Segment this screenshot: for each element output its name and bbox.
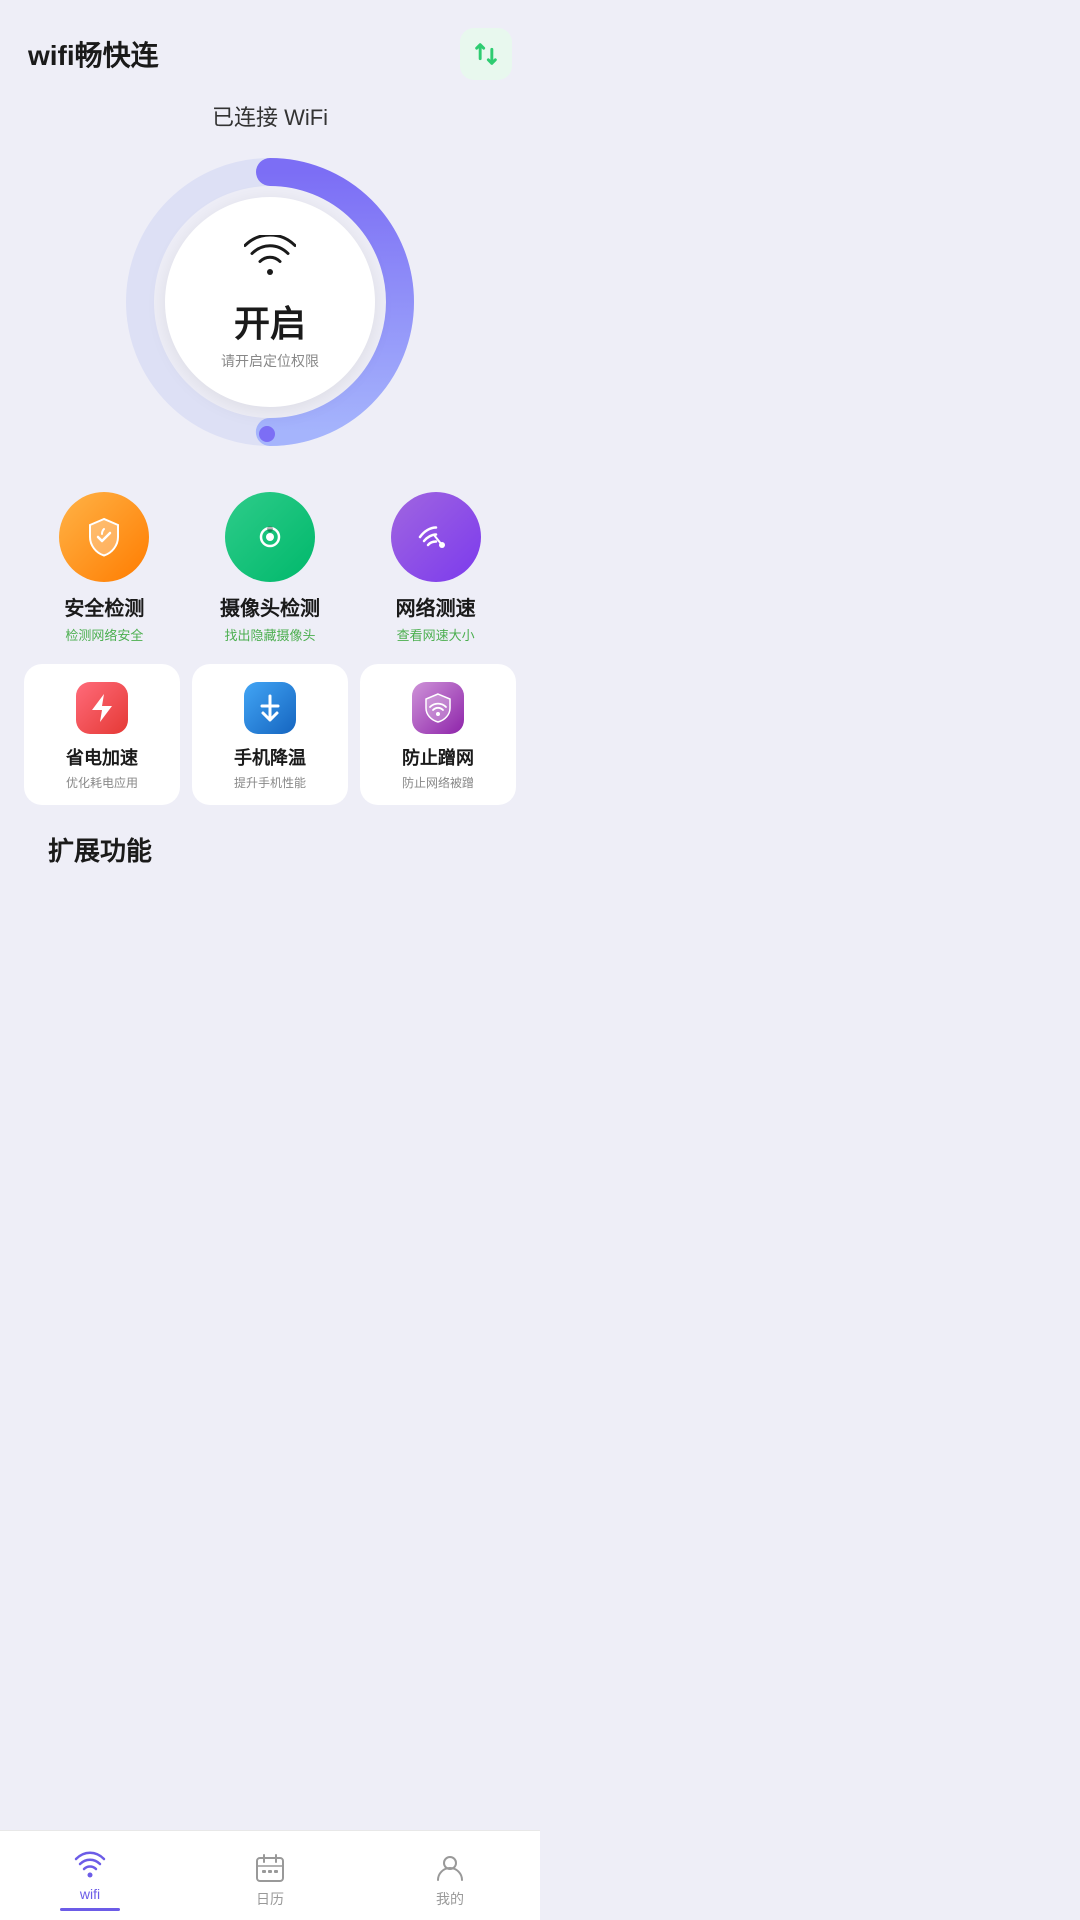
feature-cooling-desc: 提升手机性能 (234, 774, 306, 791)
bottom-nav: wifi 日历 我的 (0, 1830, 540, 1920)
header: wifi畅快连 (0, 0, 540, 90)
feature-speed-desc: 查看网速大小 (397, 625, 475, 644)
donut-inner: 开启 请开启定位权限 (165, 197, 375, 407)
speed-circle (391, 492, 481, 582)
feature-antileech-desc: 防止网络被蹭 (402, 774, 474, 791)
partial-section-text: 扩展功能 (24, 821, 516, 868)
feature-cards-row: 省电加速 优化耗电应用 手机降温 提升手机性能 (24, 664, 516, 805)
feature-safety[interactable]: 安全检测 检测网络安全 (59, 492, 149, 644)
feature-camera[interactable]: 摄像头检测 找出隐藏摄像头 (220, 492, 320, 644)
feature-antileech[interactable]: 防止蹭网 防止网络被蹭 (360, 664, 516, 805)
nav-calendar-icon (253, 1851, 287, 1885)
nav-wifi[interactable]: wifi (0, 1840, 180, 1911)
camera-icon (248, 515, 292, 559)
feature-cooling-name: 手机降温 (234, 744, 306, 770)
feature-battery[interactable]: 省电加速 优化耗电应用 (24, 664, 180, 805)
nav-wifi-indicator (60, 1908, 120, 1911)
features-section: 安全检测 检测网络安全 摄像头检测 找出隐藏摄像头 (0, 482, 540, 868)
antileech-icon-bg (412, 682, 464, 734)
speedometer-icon (414, 515, 458, 559)
lightning-icon (88, 692, 116, 724)
battery-icon-bg (76, 682, 128, 734)
nav-calendar-label: 日历 (256, 1889, 284, 1909)
exchange-icon (472, 40, 500, 68)
feature-camera-name: 摄像头检测 (220, 592, 320, 621)
feature-battery-desc: 优化耗电应用 (66, 774, 138, 791)
nav-profile[interactable]: 我的 (360, 1843, 540, 1909)
wifi-symbol (244, 234, 296, 289)
wifi-shield-icon (423, 692, 453, 724)
donut-chart[interactable]: 开启 请开启定位权限 (110, 142, 430, 462)
feature-camera-desc: 找出隐藏摄像头 (224, 625, 315, 644)
donut-sub-text: 请开启定位权限 (221, 351, 319, 371)
app-title: wifi畅快连 (28, 34, 159, 74)
camera-circle (225, 492, 315, 582)
feature-antileech-name: 防止蹭网 (402, 744, 474, 770)
nav-calendar[interactable]: 日历 (180, 1843, 360, 1909)
feature-speed[interactable]: 网络测速 查看网速大小 (391, 492, 481, 644)
exchange-button[interactable] (460, 28, 512, 80)
feature-safety-desc: 检测网络安全 (65, 625, 143, 644)
feature-cooling[interactable]: 手机降温 提升手机性能 (192, 664, 348, 805)
wifi-status-text: 已连接 WiFi (0, 100, 540, 132)
shield-icon (82, 515, 126, 559)
safety-circle (59, 492, 149, 582)
nav-wifi-icon (73, 1848, 107, 1882)
feature-battery-name: 省电加速 (66, 744, 138, 770)
nav-wifi-label: wifi (80, 1886, 100, 1902)
nav-profile-label: 我的 (436, 1889, 464, 1909)
cooling-icon-bg (244, 682, 296, 734)
nav-profile-icon (433, 1851, 467, 1885)
feature-speed-name: 网络测速 (396, 592, 476, 621)
snowflake-icon (256, 692, 284, 724)
feature-circles-row: 安全检测 检测网络安全 摄像头检测 找出隐藏摄像头 (24, 492, 516, 644)
feature-safety-name: 安全检测 (64, 592, 144, 621)
donut-main-text: 开启 (234, 295, 306, 347)
